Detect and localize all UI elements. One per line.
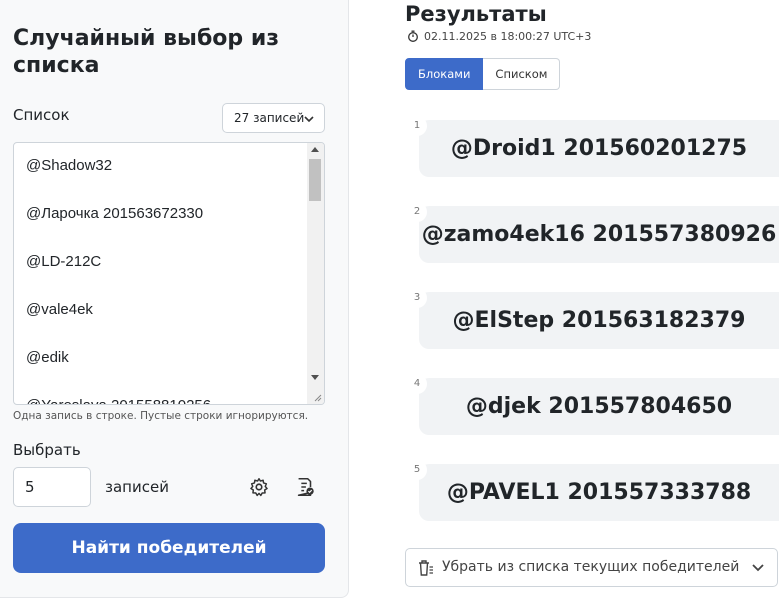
list-label: Список	[13, 106, 70, 124]
winner-name: @djek 201557804650	[465, 394, 733, 419]
list-textarea[interactable]: @Shadow32 @Ларочка 201563672330 @LD-212C…	[13, 142, 325, 405]
entries-count-select[interactable]: 27 записей	[222, 103, 325, 133]
scrollbar-thumb[interactable]	[309, 159, 321, 201]
timestamp-text: 02.11.2025 в 18:00:27 UTC+3	[424, 30, 592, 43]
pick-unit-label: записей	[105, 478, 169, 496]
entries-count-value: 27 записей	[234, 111, 305, 125]
find-winners-button[interactable]: Найти победителей	[13, 523, 325, 573]
settings-panel: Случайный выбор из списка Список 27 запи…	[0, 0, 349, 598]
tab-blocks[interactable]: Блоками	[405, 58, 484, 90]
winner-card: @ElStep 201563182379	[419, 292, 779, 349]
winner-number: 2	[407, 202, 427, 222]
winner-name: @ElStep 201563182379	[452, 308, 746, 333]
pick-label: Выбрать	[13, 441, 81, 459]
clock-icon	[408, 30, 418, 42]
winner-number: 4	[407, 374, 427, 394]
winner-name: @PAVEL1 201557333788	[446, 480, 752, 505]
winner-card: @PAVEL1 201557333788	[419, 464, 779, 521]
list-entry: @edik	[26, 349, 69, 366]
results-title: Результаты	[405, 2, 547, 26]
list-entry: @Ларочка 201563672330	[26, 205, 204, 222]
winner-number: 3	[407, 288, 427, 308]
textarea-scrollbar[interactable]	[307, 143, 324, 404]
gear-icon[interactable]	[248, 476, 270, 498]
list-entry: @vale4ek	[26, 301, 93, 318]
winners-count-input[interactable]: 5	[13, 467, 91, 507]
winner-number: 5	[407, 460, 427, 480]
checklist-icon[interactable]	[294, 476, 316, 498]
panel-title: Случайный выбор из списка	[13, 26, 280, 78]
list-entry: @Yaroslava 201558810256	[26, 391, 211, 404]
winner-card: @Droid1 201560201275	[419, 120, 779, 177]
resize-handle-icon[interactable]	[312, 392, 322, 402]
chevron-down-icon	[752, 564, 764, 572]
list-entry: @Shadow32	[26, 157, 113, 174]
winner-card: @djek 201557804650	[419, 378, 779, 435]
chevron-down-icon	[304, 116, 314, 123]
winner-name: @Droid1 201560201275	[450, 136, 748, 161]
winner-number: 1	[407, 116, 427, 136]
tab-list[interactable]: Списком	[483, 58, 561, 90]
winner-name: @zamo4ek16 201557380926	[421, 222, 777, 247]
list-hint: Одна запись в строке. Пустые строки игно…	[13, 410, 309, 422]
scroll-up-arrow-icon[interactable]	[311, 147, 319, 152]
trash-icon	[419, 560, 433, 576]
remove-winners-button[interactable]: Убрать из списка текущих победителей	[405, 548, 778, 587]
scroll-down-arrow-icon[interactable]	[311, 375, 319, 380]
results-timestamp: 02.11.2025 в 18:00:27 UTC+3	[407, 30, 591, 43]
winner-card: @zamo4ek16 201557380926	[419, 206, 779, 263]
list-entry: @LD-212C	[26, 253, 102, 270]
remove-winners-label: Убрать из списка текущих победителей	[442, 559, 740, 575]
entries-list: @Shadow32 @Ларочка 201563672330 @LD-212C…	[26, 151, 211, 404]
view-toggle: Блоками Списком	[405, 58, 561, 90]
